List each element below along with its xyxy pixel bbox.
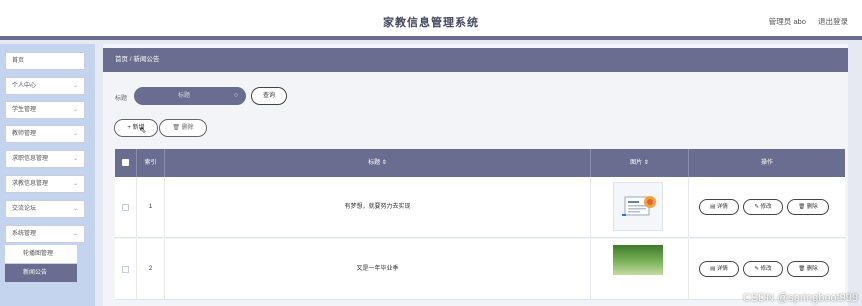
sidebar-item-system[interactable]: 系统管理 ⌄ <box>5 225 85 243</box>
column-header-title[interactable]: 标题 ⇕ <box>165 149 591 177</box>
sidebar-item-label: 交流论坛 <box>12 206 37 212</box>
table-row: 2 又是一年毕业季 ▤ 详情 ✎ 修改 🗑 删除 <box>115 239 845 300</box>
sidebar-item-label: 教师管理 <box>12 131 37 137</box>
current-user-label: 管理员 abo <box>768 17 806 26</box>
chevron-down-icon: ⌄ <box>72 131 78 137</box>
sidebar-subitem-news[interactable]: 新闻公告 <box>5 264 77 282</box>
column-header-index: 索引 <box>137 149 165 177</box>
delete-button[interactable]: 🗑 删除 <box>787 199 829 215</box>
row-index: 2 <box>137 239 165 300</box>
main-content: 首页 / 新闻公告 标题 标题 ○ 查询 + 新增 🗑 删除 ⇖ 索引 标题 ⇕… <box>103 44 848 306</box>
sidebar-item-home[interactable]: 首页 <box>5 52 85 70</box>
table-header: 索引 标题 ⇕ 图片 ⇕ 操作 <box>115 149 845 177</box>
logout-link[interactable]: 退出登录 <box>818 17 848 26</box>
watermark-text: CSDN @springboot999 <box>742 292 858 304</box>
sidebar-item-profile[interactable]: 个人中心 ⌄ <box>5 77 85 95</box>
detail-button[interactable]: ▤ 详情 <box>699 199 739 215</box>
top-bar: 家教信息管理系统 管理员 abo 退出登录 <box>0 0 862 40</box>
sidebar-item-label: 求教信息管理 <box>12 181 49 187</box>
chevron-down-icon: ⌄ <box>72 156 78 162</box>
sidebar-item-students[interactable]: 学生管理 ⌄ <box>5 101 85 119</box>
search-icon: ○ <box>233 92 238 99</box>
app-title: 家教信息管理系统 <box>383 17 479 29</box>
column-header-image[interactable]: 图片 ⇕ <box>591 149 689 177</box>
row-checkbox[interactable] <box>122 266 129 273</box>
sidebar-item-label: 个人中心 <box>12 83 37 89</box>
query-button[interactable]: 查询 <box>251 87 287 105</box>
edit-button[interactable]: ✎ 修改 <box>743 261 783 277</box>
chevron-down-icon: ⌄ <box>72 206 78 212</box>
edit-button[interactable]: ✎ 修改 <box>743 199 783 215</box>
sidebar-item-label: 求职信息管理 <box>12 156 49 162</box>
sidebar: 首页 个人中心 ⌄ 学生管理 ⌄ 教师管理 ⌄ 求职信息管理 ⌄ 求教信息管理 … <box>0 44 95 306</box>
sidebar-item-teachers[interactable]: 教师管理 ⌄ <box>5 125 85 143</box>
batch-delete-button[interactable]: 🗑 删除 <box>159 119 207 137</box>
select-all-column <box>115 149 137 177</box>
sidebar-item-job-seeking[interactable]: 求职信息管理 ⌄ <box>5 150 85 168</box>
column-header-actions: 操作 <box>760 160 773 166</box>
row-title: 有梦想，就要努力去实现 <box>165 177 591 238</box>
sidebar-item-forum[interactable]: 交流论坛 ⌄ <box>5 200 85 218</box>
add-button[interactable]: + 新增 <box>114 119 158 137</box>
chevron-down-icon: ⌄ <box>72 83 78 89</box>
sidebar-item-label: 系统管理 <box>12 231 37 237</box>
news-thumbnail-image <box>613 182 663 231</box>
table-row: 1 有梦想，就要努力去实现 ▤ 详情 ✎ 修改 🗑 删除 <box>115 177 845 238</box>
chevron-down-icon: ⌄ <box>72 231 78 237</box>
row-index: 1 <box>137 177 165 238</box>
chevron-down-icon: ⌄ <box>72 181 78 187</box>
sidebar-item-label: 学生管理 <box>12 107 37 113</box>
sidebar-item-tutor-requests[interactable]: 求教信息管理 ⌄ <box>5 175 85 193</box>
search-input[interactable]: 标题 ○ <box>134 87 246 105</box>
top-user-area: 管理员 abo 退出登录 <box>759 16 848 27</box>
row-checkbox[interactable] <box>122 204 129 211</box>
search-label: 标题 <box>115 96 128 102</box>
row-select-cell <box>115 177 137 238</box>
detail-button[interactable]: ▤ 详情 <box>699 261 739 277</box>
sidebar-item-label: 首页 <box>12 58 25 64</box>
select-all-checkbox[interactable] <box>122 159 129 166</box>
graduation-thumbnail-image <box>613 245 663 275</box>
breadcrumb: 首页 / 新闻公告 <box>103 48 848 72</box>
search-placeholder: 标题 <box>178 93 191 99</box>
chevron-down-icon: ⌄ <box>72 107 78 113</box>
sidebar-subitem-carousel[interactable]: 轮播图管理 <box>5 245 77 263</box>
row-select-cell <box>115 239 137 300</box>
delete-button[interactable]: 🗑 删除 <box>787 261 829 277</box>
row-title: 又是一年毕业季 <box>165 239 591 300</box>
mouse-cursor-icon: ⇖ <box>139 125 147 135</box>
